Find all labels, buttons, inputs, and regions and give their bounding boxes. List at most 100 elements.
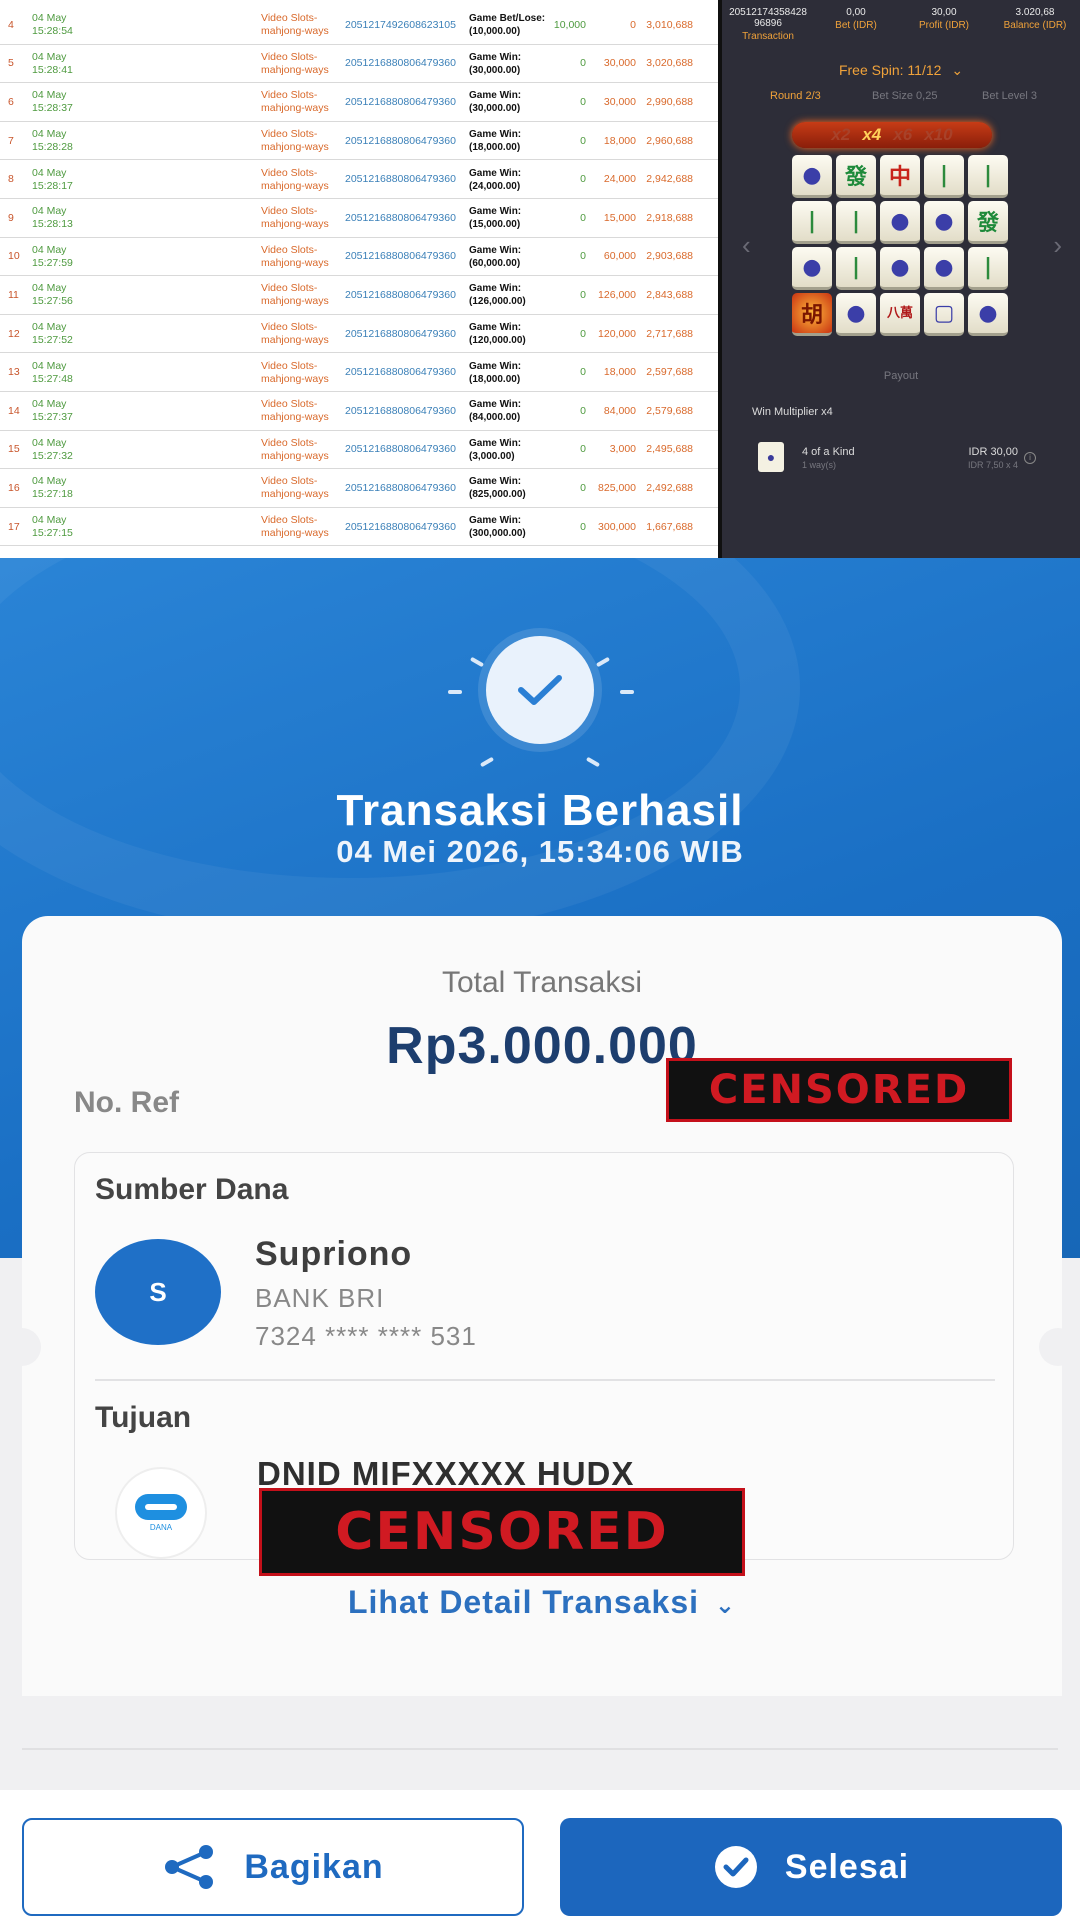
row-datetime: 04 May 15:27:32 (32, 436, 73, 462)
table-row: 6 04 May 15:28:37 Video Slots-mahjong-ways 2… (0, 83, 718, 122)
transfer-receipt: Transaksi Berhasil 04 Mei 2026, 15:34:06… (0, 558, 1080, 1920)
row-balance: 2,717,688 (646, 327, 693, 340)
mahjong-tile: ▢ (924, 293, 964, 336)
row-number: 13 (8, 366, 20, 379)
row-type: Game Win: (15,000.00) (469, 206, 522, 231)
row-balance: 2,843,688 (646, 288, 693, 301)
row-datetime: 04 May 15:27:56 (32, 282, 73, 308)
free-spin-selector[interactable]: Free Spin: 11/12 ⌄ (722, 62, 1080, 79)
row-transaction-id[interactable]: 2051216880806479360 (345, 199, 456, 238)
row-balance: 2,960,688 (646, 134, 693, 147)
row-game: Video Slots-mahjong-ways (261, 89, 329, 115)
summary-value: 0,00 (846, 7, 866, 18)
mahjong-tile: ● (880, 201, 920, 244)
row-type: Game Bet/Lose: (10,000.00) (469, 13, 546, 38)
censor-stamp-destination: CENSORED (259, 1488, 745, 1576)
summary-bet: 0,00 Bet (IDR) (816, 7, 896, 31)
row-number: 15 (8, 443, 20, 456)
next-arrow-icon[interactable]: › (1053, 230, 1062, 261)
row-number: 16 (8, 481, 20, 494)
dana-logo-icon: DANA (115, 1467, 207, 1559)
row-bet: 0 (580, 520, 586, 533)
dana-logo-label: DANA (149, 1523, 173, 1532)
row-datetime: 04 May 15:27:48 (32, 359, 73, 385)
mahjong-tile: ● (924, 201, 964, 244)
row-bet: 0 (580, 288, 586, 301)
row-transaction-id[interactable]: 2051217492608623105 (345, 6, 456, 45)
free-spin-label: Free Spin: 11/12 (838, 62, 942, 78)
table-row: 13 04 May 15:27:48 Video Slots-mahjong-ways… (0, 353, 718, 392)
row-win: 3,000 (609, 443, 636, 456)
summary-balance: 3.020,68 Balance (IDR) (992, 7, 1078, 31)
row-type: Game Win: (18,000.00) (469, 129, 522, 154)
row-number: 12 (8, 327, 20, 340)
mahjong-tile: ● (836, 293, 876, 336)
mahjong-tile: ● (792, 247, 832, 290)
row-game: Video Slots-mahjong-ways (261, 128, 329, 154)
source-account: 7324 **** **** 531 (255, 1321, 477, 1351)
row-balance: 3,020,688 (646, 57, 693, 70)
payout-name: 4 of a Kind (802, 446, 855, 458)
row-transaction-id[interactable]: 2051216880806479360 (345, 45, 456, 84)
row-win: 18,000 (603, 366, 636, 379)
source-heading: Sumber Dana (95, 1173, 289, 1206)
payout-label: Payout (883, 370, 919, 382)
row-datetime: 04 May 15:27:59 (32, 243, 73, 269)
mahjong-tile: 八萬 (880, 293, 920, 336)
mahjong-tile: 發 (836, 155, 876, 198)
row-transaction-id[interactable]: 2051216880806479360 (345, 392, 456, 431)
row-balance: 2,492,688 (646, 481, 693, 494)
row-datetime: 04 May 15:27:52 (32, 321, 73, 347)
row-transaction-id[interactable]: 2051216880806479360 (345, 238, 456, 277)
table-row: 11 04 May 15:27:56 Video Slots-mahjong-ways… (0, 276, 718, 315)
row-transaction-id[interactable]: 2051216880806479360 (345, 122, 456, 161)
total-label: Total Transaksi (441, 966, 643, 999)
censor-stamp-ref: CENSORED (666, 1058, 1012, 1122)
mahjong-tile: | (836, 201, 876, 244)
row-bet: 0 (580, 134, 586, 147)
row-transaction-id[interactable]: 2051216880806479360 (345, 431, 456, 470)
row-transaction-id[interactable]: 2051216880806479360 (345, 276, 456, 315)
table-row: 5 04 May 15:28:41 Video Slots-mahjong-ways 2… (0, 45, 718, 84)
row-balance: 2,990,688 (646, 95, 693, 108)
info-icon[interactable]: i (1024, 452, 1036, 464)
row-bet: 0 (580, 443, 586, 456)
row-bet: 0 (580, 95, 586, 108)
row-game: Video Slots-mahjong-ways (261, 243, 329, 269)
summary-label: Balance (IDR) (1003, 20, 1067, 31)
row-number: 11 (8, 288, 19, 301)
view-transaction-detail-link[interactable]: Lihat Detail Transaksi ⌄ (22, 1584, 1062, 1621)
row-balance: 2,903,688 (646, 250, 693, 263)
row-bet: 0 (580, 57, 586, 70)
row-number: 7 (8, 134, 14, 147)
row-number: 8 (8, 173, 14, 186)
multiplier-x2: x2 (831, 125, 851, 144)
share-button[interactable]: Bagikan (22, 1818, 524, 1916)
row-game: Video Slots-mahjong-ways (261, 205, 329, 231)
game-replay-panel: 20512174358428 96896 Transaction 0,00 Be… (722, 0, 1080, 558)
row-type: Game Win: (60,000.00) (469, 244, 522, 269)
row-win: 300,000 (598, 520, 636, 533)
mahjong-tile: 胡 (792, 293, 832, 336)
row-type: Game Win: (84,000.00) (469, 399, 522, 424)
success-check-icon (486, 636, 594, 744)
prev-arrow-icon[interactable]: ‹ (742, 230, 751, 261)
source-bank: BANK BRI (255, 1283, 385, 1313)
row-transaction-id[interactable]: 2051216880806479360 (345, 469, 456, 508)
row-number: 17 (8, 520, 20, 533)
row-transaction-id[interactable]: 2051216880806479360 (345, 83, 456, 122)
mahjong-tile: | (836, 247, 876, 290)
divider (95, 1379, 995, 1381)
done-button[interactable]: Selesai (560, 1818, 1062, 1916)
row-transaction-id[interactable]: 2051216880806479360 (345, 353, 456, 392)
destination-heading: Tujuan (95, 1401, 192, 1434)
row-transaction-id[interactable]: 2051216880806479360 (345, 160, 456, 199)
row-transaction-id[interactable]: 2051216880806479360 (345, 315, 456, 354)
transaction-history-table: 4 04 May 15:28:54 Video Slots-mahjong-ways 2… (0, 0, 718, 558)
row-game: Video Slots-mahjong-ways (261, 282, 329, 308)
row-game: Video Slots-mahjong-ways (261, 475, 329, 501)
row-type: Game Win: (30,000.00) (469, 51, 522, 76)
row-balance: 2,918,688 (646, 211, 693, 224)
row-transaction-id[interactable]: 2051216880806479360 (345, 508, 456, 547)
row-datetime: 04 May 15:28:54 (32, 12, 73, 38)
